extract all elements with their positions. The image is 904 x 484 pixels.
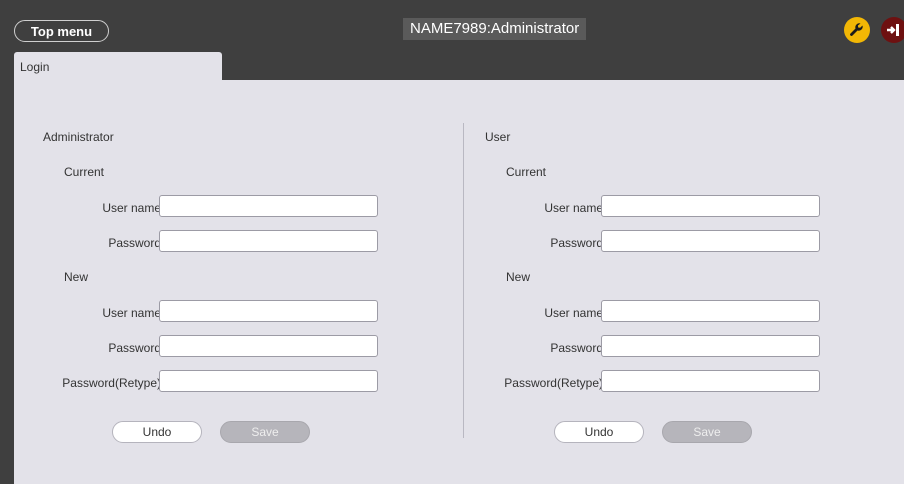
- admin-undo-button[interactable]: Undo: [112, 421, 202, 443]
- user-new-label: New: [506, 270, 531, 284]
- user-save-button[interactable]: Save: [662, 421, 752, 443]
- admin-new-password-label: Password: [108, 341, 161, 355]
- user-new-password-field[interactable]: [601, 335, 820, 357]
- user-retype-password-label: Password(Retype): [504, 376, 603, 390]
- user-section: User Current User name Password New User…: [456, 80, 876, 484]
- section-title-user: User: [485, 130, 511, 144]
- logout-icon[interactable]: [881, 17, 904, 43]
- tab-login[interactable]: Login: [14, 52, 222, 80]
- user-current-username-label: User name: [544, 201, 603, 215]
- wrench-icon-glyph: [850, 23, 863, 36]
- admin-save-button[interactable]: Save: [220, 421, 310, 443]
- administrator-section: Administrator Current User name Password…: [14, 80, 434, 484]
- user-new-username-label: User name: [544, 306, 603, 320]
- user-current-username-field[interactable]: [601, 195, 820, 217]
- section-title-administrator: Administrator: [43, 130, 114, 144]
- user-retype-password-field[interactable]: [601, 370, 820, 392]
- user-new-password-label: Password: [550, 341, 603, 355]
- user-current-password-field[interactable]: [601, 230, 820, 252]
- admin-retype-password-field[interactable]: [159, 370, 378, 392]
- admin-current-password-field[interactable]: [159, 230, 378, 252]
- top-menu-button[interactable]: Top menu: [14, 20, 109, 42]
- login-panel: Administrator Current User name Password…: [14, 80, 904, 484]
- user-new-username-field[interactable]: [601, 300, 820, 322]
- admin-retype-password-label: Password(Retype): [62, 376, 161, 390]
- device-title: NAME7989:Administrator: [403, 18, 587, 40]
- admin-current-label: Current: [64, 165, 105, 179]
- admin-current-username-field[interactable]: [159, 195, 378, 217]
- admin-new-label: New: [64, 270, 89, 284]
- admin-current-password-label: Password: [108, 236, 161, 250]
- top-bar: Top menu NAME7989:Administrator: [0, 0, 904, 48]
- user-current-password-label: Password: [550, 236, 603, 250]
- wrench-icon[interactable]: [844, 17, 870, 43]
- logout-icon-glyph: [887, 24, 899, 36]
- admin-new-password-field[interactable]: [159, 335, 378, 357]
- user-undo-button[interactable]: Undo: [554, 421, 644, 443]
- admin-new-username-field[interactable]: [159, 300, 378, 322]
- admin-new-username-label: User name: [102, 306, 161, 320]
- user-current-label: Current: [506, 165, 547, 179]
- admin-current-username-label: User name: [102, 201, 161, 215]
